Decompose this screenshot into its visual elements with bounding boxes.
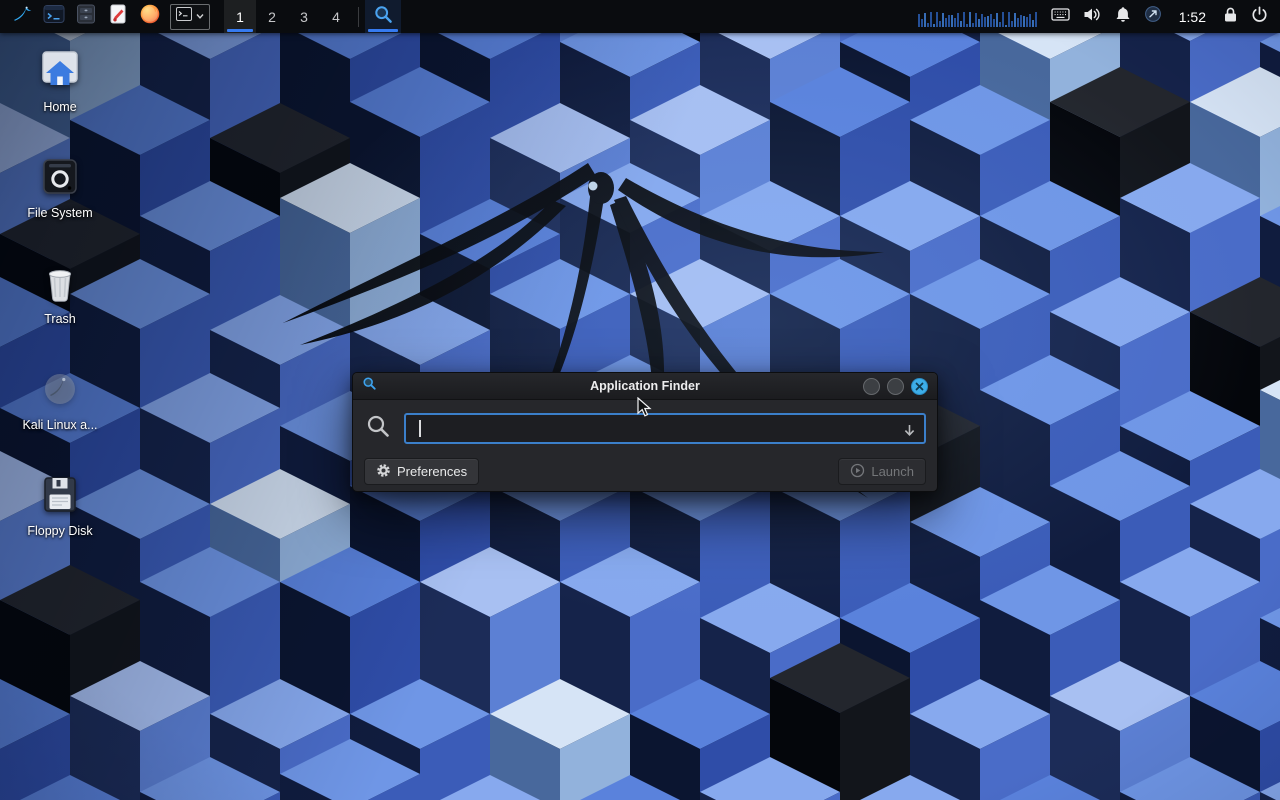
desktop-icon-label: Kali Linux a...	[22, 418, 97, 432]
window-icon	[362, 376, 377, 396]
preferences-label: Preferences	[397, 464, 467, 479]
workspace-button-4[interactable]: 4	[320, 0, 352, 33]
desktop-icon-trash[interactable]: Trash	[16, 259, 104, 365]
workspace-switcher: 1 2 3 4	[224, 0, 352, 33]
tray-logout-button[interactable]	[1251, 6, 1268, 28]
desktop-icon-label: Trash	[44, 312, 76, 326]
file-manager-launcher[interactable]	[71, 2, 101, 31]
search-icon	[365, 413, 391, 444]
status-icon	[1144, 5, 1162, 28]
text-editor-icon	[107, 3, 129, 30]
file-cabinet-icon	[75, 3, 97, 30]
desktop-icon-floppy-disk[interactable]: Floppy Disk	[16, 471, 104, 577]
taskbar-button-application-finder[interactable]	[365, 0, 401, 33]
launch-icon	[850, 463, 865, 481]
terminal-launcher[interactable]	[39, 2, 69, 31]
preferences-button[interactable]: Preferences	[364, 458, 479, 485]
window-title: Application Finder	[353, 379, 937, 393]
desktop-icon-label: Home	[43, 100, 76, 114]
desktop-icon-label: File System	[27, 206, 92, 220]
firefox-launcher[interactable]	[135, 2, 165, 31]
launch-label: Launch	[871, 464, 914, 479]
top-panel: 1 2 3 4	[0, 0, 1280, 33]
workspace-button-2[interactable]: 2	[256, 0, 288, 33]
gear-icon	[376, 463, 391, 481]
terminal-window-icon	[43, 3, 65, 30]
kali-menu-button[interactable]	[7, 2, 37, 31]
home-icon	[36, 47, 84, 95]
trash-icon	[36, 259, 84, 307]
firefox-icon	[139, 3, 161, 30]
power-icon	[1251, 6, 1268, 28]
workspace-label: 3	[300, 9, 308, 25]
close-button[interactable]	[911, 378, 928, 395]
lock-icon	[1223, 6, 1238, 28]
entry-dropdown-arrow-icon[interactable]	[902, 423, 917, 443]
workspace-label: 1	[236, 9, 244, 25]
search-row	[353, 400, 937, 451]
tray-notifications-button[interactable]	[1115, 6, 1131, 28]
launch-button[interactable]: Launch	[838, 458, 926, 485]
floppy-icon	[36, 471, 84, 519]
chevron-down-icon	[195, 8, 205, 26]
keyboard-icon	[1051, 7, 1070, 27]
text-caret	[419, 420, 421, 437]
panel-clock[interactable]: 1:52	[1179, 9, 1206, 25]
search-entry	[404, 413, 926, 444]
panel-separator	[358, 7, 359, 27]
terminal-dropdown-launcher[interactable]	[170, 4, 210, 30]
window-controls	[863, 378, 928, 395]
filesystem-icon	[36, 153, 84, 201]
button-row: Preferences Launch	[353, 451, 937, 497]
desktop-icon-home[interactable]: Home	[16, 47, 104, 153]
workspace-button-1[interactable]: 1	[224, 0, 256, 33]
search-input[interactable]	[406, 415, 924, 442]
desktop-icon-kali-docs[interactable]: Kali Linux a...	[16, 365, 104, 471]
desktop-icon-file-system[interactable]: File System	[16, 153, 104, 259]
desktop: 1 2 3 4	[0, 0, 1280, 800]
bell-icon	[1115, 6, 1131, 28]
tray-status-button[interactable]	[1144, 5, 1162, 28]
text-editor-launcher[interactable]	[103, 2, 133, 31]
tray-volume-button[interactable]	[1083, 6, 1102, 28]
desktop-icon-label: Floppy Disk	[27, 524, 92, 538]
tray-screenlock-button[interactable]	[1223, 6, 1238, 28]
magnifier-icon	[373, 4, 394, 30]
tray-keyboard-button[interactable]	[1051, 7, 1070, 27]
titlebar[interactable]: Application Finder	[353, 373, 937, 400]
workspace-label: 2	[268, 9, 276, 25]
kali-dragon-icon	[11, 3, 33, 30]
workspace-button-3[interactable]: 3	[288, 0, 320, 33]
maximize-button[interactable]	[887, 378, 904, 395]
volume-icon	[1083, 6, 1102, 28]
panel-activity-graph	[918, 7, 1037, 27]
desktop-icon-column: Home File System Trash	[16, 47, 104, 577]
kali-docs-icon	[36, 365, 84, 413]
workspace-label: 4	[332, 9, 340, 25]
terminal-dropdown-icon	[175, 5, 193, 28]
minimize-button[interactable]	[863, 378, 880, 395]
application-finder-window: Application Finder	[352, 372, 938, 492]
system-tray: 1:52	[1051, 5, 1268, 28]
